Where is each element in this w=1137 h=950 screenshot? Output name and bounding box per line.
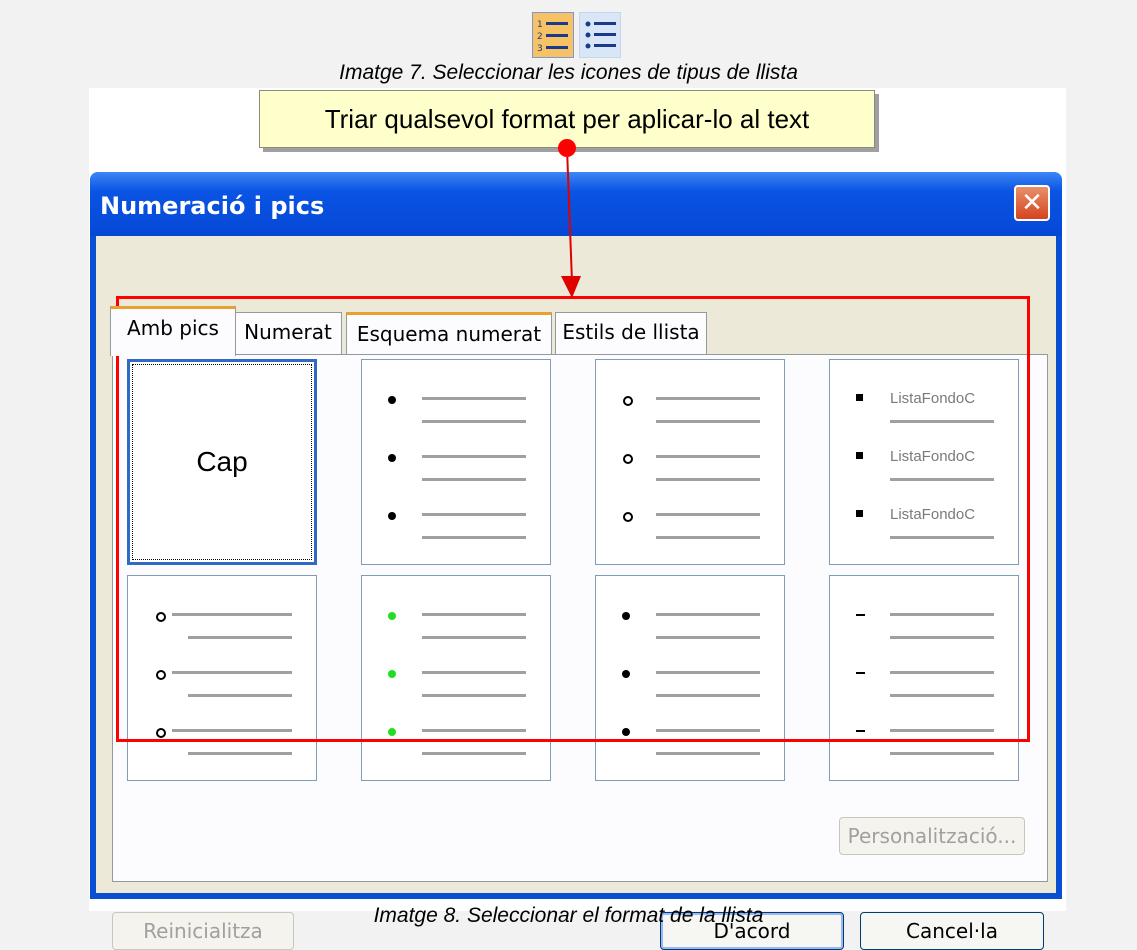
svg-text:1: 1 — [537, 20, 543, 30]
dialog-title: Numeració i pics — [100, 192, 325, 220]
dialog-titlebar[interactable]: Numeració i pics ✕ — [90, 172, 1062, 236]
bulleted-list-icon[interactable] — [579, 12, 621, 58]
tooltip-callout: Triar qualsevol format per aplicar-lo al… — [259, 90, 875, 148]
figure-caption-top: Imatge 7. Seleccionar les icones de tipu… — [339, 61, 798, 84]
numbered-list-glyph: 1 2 3 — [537, 20, 568, 54]
tab-bullets[interactable]: Amb pics — [110, 306, 236, 356]
options-highlight-box — [116, 296, 1030, 742]
numbered-list-icon[interactable]: 1 2 3 — [532, 12, 574, 58]
bulleted-list-glyph — [585, 21, 616, 49]
figure-caption-bottom: Imatge 8. Seleccionar el format de la ll… — [373, 904, 764, 927]
tab-bullets-label: Amb pics — [127, 316, 219, 340]
svg-text:2: 2 — [537, 32, 543, 42]
svg-text:3: 3 — [537, 44, 543, 54]
close-icon[interactable]: ✕ — [1014, 185, 1050, 221]
customize-button[interactable]: Personalització... — [839, 817, 1025, 855]
